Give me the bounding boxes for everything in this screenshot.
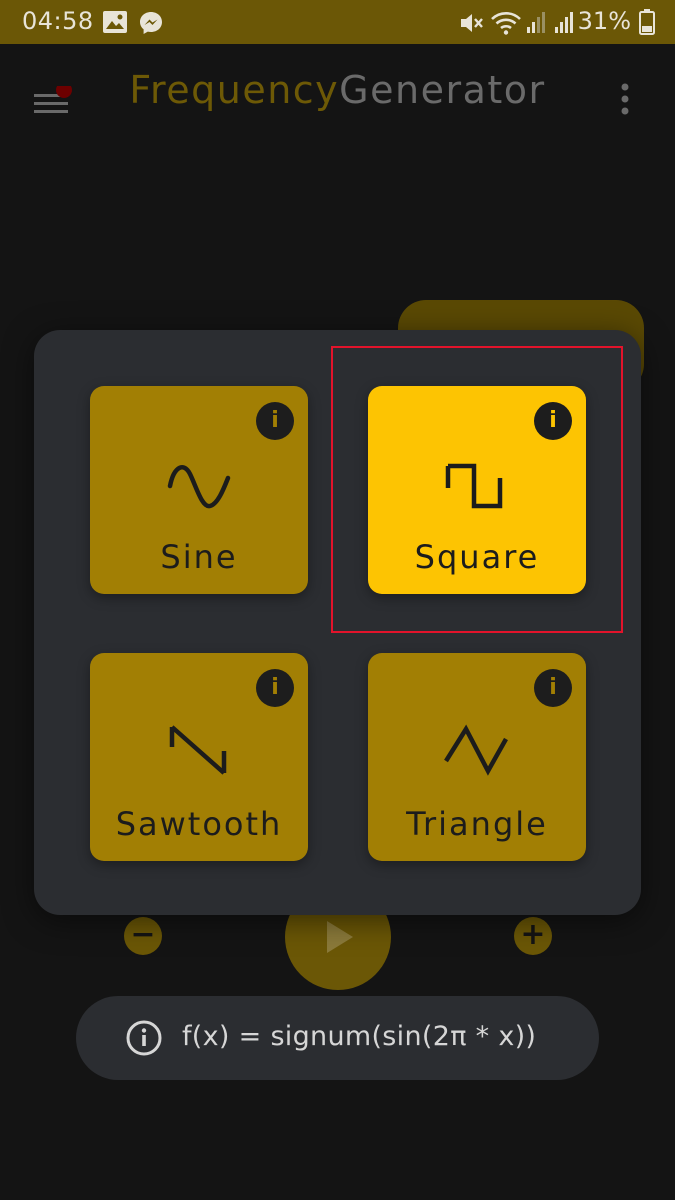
app-title-generator: Generator: [339, 68, 546, 112]
app-title: FrequencyGenerator: [0, 68, 675, 112]
status-bar: 04:58 31%: [0, 0, 675, 44]
gallery-icon: [102, 10, 128, 38]
waveform-dialog: i Sine i Square i Sawtooth i Triangle: [34, 330, 641, 915]
sine-info-icon[interactable]: i: [256, 402, 294, 440]
info-circle-icon: [126, 1020, 162, 1056]
square-wave-icon: [445, 463, 503, 509]
triangle-tile[interactable]: i Triangle: [368, 653, 586, 861]
sine-wave-icon: [167, 465, 231, 509]
app-bar: FrequencyGenerator: [0, 44, 675, 144]
sawtooth-tile[interactable]: i Sawtooth: [90, 653, 308, 861]
app-title-frequency: Frequency: [129, 68, 340, 112]
sine-tile[interactable]: i Sine: [90, 386, 308, 594]
signal-icon-1: [526, 10, 548, 38]
battery-icon: [639, 9, 655, 39]
signal-icon-2: [554, 10, 576, 38]
decrease-frequency-button[interactable]: −: [124, 917, 162, 955]
sawtooth-info-icon[interactable]: i: [256, 669, 294, 707]
sawtooth-label: Sawtooth: [115, 805, 283, 843]
mute-icon: [458, 10, 484, 40]
battery-percentage: 31%: [577, 7, 631, 35]
triangle-wave-icon: [444, 724, 508, 776]
square-tile[interactable]: i Square: [368, 386, 586, 594]
formula-text: f(x) = signum(sin(2π * x)): [182, 1021, 537, 1052]
status-time: 04:58: [22, 7, 94, 35]
sawtooth-wave-icon: [169, 725, 227, 775]
increase-frequency-button[interactable]: +: [514, 917, 552, 955]
more-options-icon[interactable]: [619, 82, 631, 116]
play-icon: [327, 921, 353, 953]
sine-label: Sine: [160, 538, 238, 576]
square-label: Square: [414, 538, 540, 576]
wifi-icon: [490, 10, 522, 40]
square-info-icon[interactable]: i: [534, 402, 572, 440]
triangle-label: Triangle: [406, 805, 548, 843]
messenger-icon: [138, 10, 164, 40]
formula-tooltip: f(x) = signum(sin(2π * x)): [76, 996, 599, 1080]
triangle-info-icon[interactable]: i: [534, 669, 572, 707]
